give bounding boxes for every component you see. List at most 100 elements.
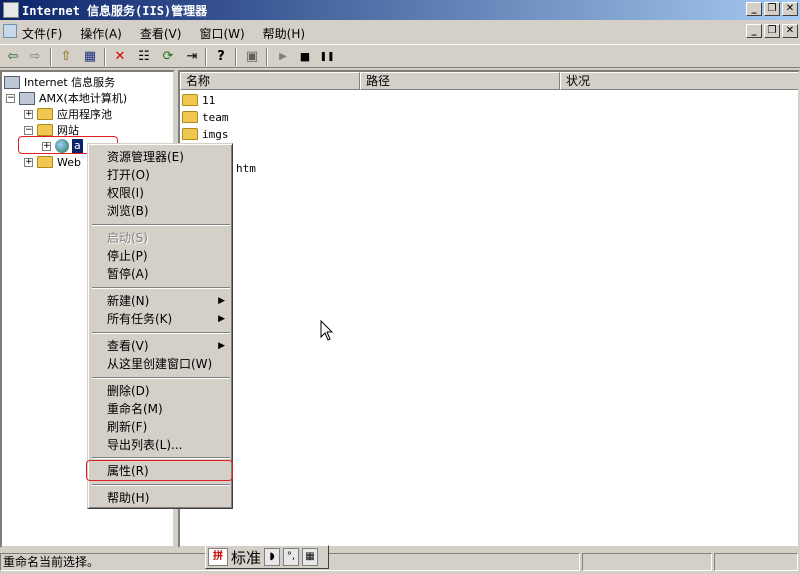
menu-item-start: 启动(S): [107, 231, 148, 245]
tree-root[interactable]: Internet 信息服务: [4, 74, 115, 90]
menu-item-new-label: 新建(N): [107, 294, 150, 308]
minimize-button[interactable]: _: [746, 2, 762, 16]
forward-icon[interactable]: ⇨: [26, 48, 44, 66]
menu-item-delete[interactable]: 删除(D): [91, 382, 231, 400]
folder-icon: [182, 128, 198, 140]
tree-item-web-label: Web: [57, 155, 81, 169]
export-list-icon[interactable]: ⇥: [183, 48, 201, 66]
toolbar: ⇦ ⇨ ⇧ ▦ ✕ ☷ ⟳ ⇥ ? ▣ ▶ ■ ❚❚: [0, 44, 800, 68]
status-bar: 重命名当前选择。: [0, 551, 800, 574]
delete-icon[interactable]: ✕: [111, 48, 129, 66]
computer-icon[interactable]: ▣: [243, 48, 261, 66]
tree-item-web-extensions[interactable]: + Web: [24, 154, 81, 170]
menu-item-new-window[interactable]: 从这里创建窗口(W): [91, 355, 231, 373]
menu-item-new[interactable]: 新建(N) ▶: [91, 292, 231, 310]
soft-keyboard-icon[interactable]: ▦: [302, 548, 319, 566]
column-headers: 名称 路径 状况: [180, 72, 798, 90]
folder-open-icon: [37, 124, 53, 136]
tree-root-label: Internet 信息服务: [24, 76, 116, 89]
menu-item-open[interactable]: 打开(O): [91, 166, 231, 184]
menu-item-permissions[interactable]: 权限(I): [91, 184, 231, 202]
list-item[interactable]: team: [182, 109, 229, 125]
mmc-document-icon[interactable]: [3, 24, 17, 38]
menu-item-all-tasks-label: 所有任务(K): [107, 312, 173, 326]
mouse-cursor-icon: [320, 320, 334, 341]
child-close-button[interactable]: ✕: [782, 24, 798, 38]
menu-item-pause[interactable]: 暂停(A): [91, 265, 231, 283]
menu-bar: 文件(F) 操作(A) 查看(V) 窗口(W) 帮助(H) _ ❐ ✕: [0, 22, 800, 42]
list-pane[interactable]: 名称 路径 状况 11 team imgs htm: [178, 70, 800, 548]
list-item-name: htm: [236, 161, 256, 175]
refresh-icon[interactable]: ⟳: [159, 48, 177, 66]
folder-icon: [182, 111, 198, 123]
iis-app-icon[interactable]: [3, 2, 19, 18]
child-minimize-button[interactable]: _: [746, 24, 762, 38]
list-item[interactable]: 11: [182, 92, 215, 108]
menu-item-refresh[interactable]: 刷新(F): [91, 418, 231, 436]
tree-item-computer-label: AMX(本地计算机): [39, 92, 128, 105]
computer-icon: [19, 91, 35, 105]
menu-separator: [92, 287, 230, 289]
collapse-icon[interactable]: −: [6, 93, 15, 103]
menu-item-all-tasks[interactable]: 所有任务(K) ▶: [91, 310, 231, 328]
status-pane-2: [582, 553, 712, 571]
toolbar-separator: [205, 48, 207, 66]
up-folder-icon[interactable]: ⇧: [57, 48, 75, 66]
tree-item-app-pools[interactable]: + 应用程序池: [24, 106, 112, 122]
ime-toolbar: 拼 标准 ◗ °, ▦: [205, 545, 329, 569]
show-tree-icon[interactable]: ▦: [81, 48, 99, 66]
close-button[interactable]: ✕: [782, 2, 798, 16]
ime-logo-icon[interactable]: 拼: [208, 548, 228, 566]
collapse-icon[interactable]: −: [24, 125, 33, 135]
window-controls: _ ❐ ✕: [746, 2, 798, 16]
back-icon[interactable]: ⇦: [4, 48, 22, 66]
menu-separator: [92, 377, 230, 379]
play-icon[interactable]: ▶: [274, 48, 292, 66]
half-width-moon-icon[interactable]: ◗: [264, 548, 281, 566]
list-item-name: team: [202, 110, 229, 124]
expand-icon[interactable]: +: [24, 109, 33, 119]
column-header-name[interactable]: 名称: [180, 72, 360, 90]
submenu-arrow-icon: ▶: [218, 296, 225, 306]
folder-icon: [182, 94, 198, 106]
status-pane-3: [714, 553, 798, 571]
menu-item-export-list[interactable]: 导出列表(L)...: [91, 436, 231, 454]
title-bar: Internet 信息服务(IIS)管理器 _ ❐ ✕: [0, 0, 800, 20]
menu-window[interactable]: 窗口(W): [199, 25, 244, 42]
toolbar-separator: [104, 48, 106, 66]
properties-icon[interactable]: ☷: [135, 48, 153, 66]
list-item[interactable]: imgs: [182, 126, 229, 142]
menu-separator: [92, 484, 230, 486]
restore-button[interactable]: ❐: [764, 2, 780, 16]
menu-item-view[interactable]: 查看(V) ▶: [91, 337, 231, 355]
menu-item-rename[interactable]: 重命名(M): [91, 400, 231, 418]
menu-item-help[interactable]: 帮助(H): [91, 489, 231, 507]
toolbar-separator: [50, 48, 52, 66]
expand-icon[interactable]: +: [24, 157, 33, 167]
menu-separator: [92, 332, 230, 334]
list-item[interactable]: htm: [236, 160, 256, 176]
menu-item-explorer[interactable]: 资源管理器(E): [91, 148, 231, 166]
child-restore-button[interactable]: ❐: [764, 24, 780, 38]
submenu-arrow-icon: ▶: [218, 314, 225, 324]
pause-icon[interactable]: ❚❚: [318, 48, 336, 66]
punctuation-icon[interactable]: °,: [283, 548, 300, 566]
context-menu: 资源管理器(E) 打开(O) 权限(I) 浏览(B) 启动(S) 停止(P) 暂…: [87, 143, 233, 509]
menu-action[interactable]: 操作(A): [80, 25, 122, 42]
menu-item-view-label: 查看(V): [107, 339, 149, 353]
column-header-status[interactable]: 状况: [560, 72, 798, 90]
menu-item-stop[interactable]: 停止(P): [91, 247, 231, 265]
menu-separator: [92, 224, 230, 226]
menu-item-browse[interactable]: 浏览(B): [91, 202, 231, 220]
tree-item-computer[interactable]: − AMX(本地计算机): [6, 90, 127, 106]
help-icon[interactable]: ?: [212, 48, 230, 66]
stop-icon[interactable]: ■: [296, 48, 314, 66]
menu-help[interactable]: 帮助(H): [263, 25, 305, 42]
column-header-path[interactable]: 路径: [360, 72, 560, 90]
ime-mode-label[interactable]: 标准: [231, 547, 261, 568]
folder-icon: [37, 156, 53, 168]
menu-separator: [92, 457, 230, 459]
menu-file[interactable]: 文件(F): [22, 25, 62, 42]
menu-view[interactable]: 查看(V): [140, 25, 182, 42]
list-item-name: imgs: [202, 127, 229, 141]
